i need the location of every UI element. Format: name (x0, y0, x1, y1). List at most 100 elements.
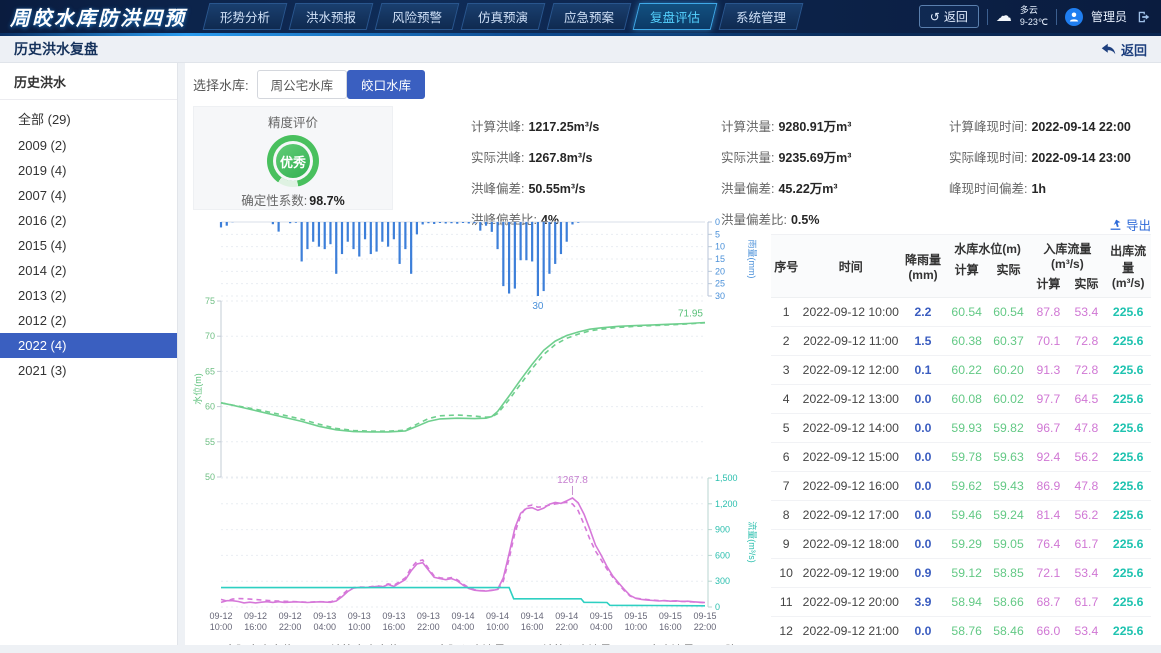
svg-text:1,200: 1,200 (715, 499, 738, 509)
table-row[interactable]: 72022-09-12 16:000.059.6259.4386.947.822… (771, 472, 1151, 501)
stat-item: 洪峰偏差:50.55m³/s (471, 178, 721, 197)
reservoir-option[interactable]: 周公宅水库 (257, 70, 348, 99)
svg-text:09-1210:00: 09-1210:00 (209, 611, 232, 632)
back-button[interactable]: 返回 (1101, 40, 1147, 59)
legend-item[interactable]: 实际入库流量 (416, 642, 506, 645)
table-row[interactable]: 32022-09-12 12:000.160.2260.2091.372.822… (771, 356, 1151, 385)
nav-menu-item[interactable]: 风险预警 (375, 3, 460, 30)
nav-back-button[interactable]: ↺返回 (919, 5, 979, 28)
nav-menu: 形势分析洪水预报风险预警仿真预演应急预案复盘评估系统管理 (202, 3, 919, 30)
sidebar-item[interactable]: 2012 (2) (0, 308, 177, 333)
weather-condition: 多云 (1020, 5, 1048, 16)
stat-column: 计算洪峰:1217.25m³/s实际洪峰:1267.8m³/s洪峰偏差:50.5… (471, 106, 721, 210)
table-row[interactable]: 52022-09-12 14:000.059.9359.8296.747.822… (771, 414, 1151, 443)
reservoir-option[interactable]: 皎口水库 (347, 70, 425, 99)
svg-text:09-1410:00: 09-1410:00 (486, 611, 509, 632)
svg-text:25: 25 (715, 279, 725, 289)
legend-item[interactable]: 降雨 (711, 642, 749, 645)
svg-text:09-1504:00: 09-1504:00 (590, 611, 613, 632)
svg-text:15: 15 (715, 254, 725, 264)
stat-item: 实际洪峰:1267.8m³/s (471, 147, 721, 166)
stat-item: 实际洪量:9235.69万m³ (721, 147, 949, 166)
level-group-title: 水库水位(m) (946, 235, 1030, 259)
svg-text:75: 75 (205, 296, 215, 306)
back-arrow-icon (1101, 43, 1116, 55)
nav-menu-item[interactable]: 形势分析 (203, 3, 288, 30)
legend-item[interactable]: 实际水库水位 (204, 642, 294, 645)
accuracy-title: 精度评价 (194, 112, 392, 131)
svg-text:30: 30 (532, 301, 544, 312)
nav-menu-item[interactable]: 应急预案 (547, 3, 632, 30)
inflow-calc-header: 计算 (1029, 273, 1067, 297)
nav-menu-item[interactable]: 洪水预报 (289, 3, 374, 30)
col-level-group: 水库水位(m) 计算 实际 (946, 235, 1030, 297)
sidebar-item[interactable]: 2015 (4) (0, 233, 177, 258)
review-chart: 05101520253050556065707503006009001,2001… (193, 214, 759, 636)
nav-menu-item[interactable]: 系统管理 (719, 3, 804, 30)
back-label: 返回 (1121, 40, 1147, 59)
sidebar-item[interactable]: 2022 (4) (0, 333, 177, 358)
sidebar-item[interactable]: 全部 (29) (0, 104, 177, 133)
nav-menu-item[interactable]: 仿真预演 (461, 3, 546, 30)
svg-text:71.95: 71.95 (678, 308, 703, 319)
svg-text:1,500: 1,500 (715, 473, 738, 483)
stats-row: 精度评价 优秀 确定性系数:98.7% 计算洪峰:1217.25m³/s实际洪峰… (193, 106, 1151, 210)
svg-text:900: 900 (715, 525, 730, 535)
sidebar-item[interactable]: 2014 (2) (0, 258, 177, 283)
review-chart-panel: 05101520253050556065707503006009001,2001… (193, 214, 759, 645)
table-row[interactable]: 102022-09-12 19:000.959.1258.8572.153.42… (771, 559, 1151, 588)
svg-text:30: 30 (715, 291, 725, 301)
table-row[interactable]: 92022-09-12 18:000.059.2959.0576.461.722… (771, 530, 1151, 559)
svg-text:60: 60 (205, 402, 215, 412)
col-outflow: 出库流量 (m³/s) (1105, 235, 1151, 297)
table-body: 12022-09-12 10:002.260.5460.5487.853.422… (771, 298, 1151, 645)
stat-item: 峰现时间偏差:1h (949, 178, 1151, 197)
export-label: 导出 (1126, 215, 1151, 234)
svg-text:0: 0 (715, 217, 720, 227)
inflow-group-title: 入库流量(m³/s) (1029, 235, 1105, 273)
logout-icon[interactable] (1137, 10, 1151, 24)
export-button[interactable]: 导出 (771, 214, 1151, 234)
main-panel: 选择水库: 周公宅水库皎口水库 精度评价 优秀 确定性系数:98.7% 计算洪峰… (185, 63, 1161, 645)
sidebar-item[interactable]: 2016 (2) (0, 208, 177, 233)
subheader: 历史洪水复盘 返回 (0, 36, 1161, 63)
app-title: 周皎水库防洪四预 (10, 2, 186, 31)
svg-text:20: 20 (715, 266, 725, 276)
sidebar-item[interactable]: 2019 (4) (0, 158, 177, 183)
sidebar-title: 历史洪水 (0, 63, 177, 100)
table-row[interactable]: 112022-09-12 20:003.958.9458.6668.761.72… (771, 588, 1151, 617)
table-row[interactable]: 122022-09-12 21:000.058.7658.4666.053.42… (771, 617, 1151, 645)
legend-item[interactable]: 出库流量 (628, 642, 695, 645)
level-actual-header: 实际 (988, 259, 1030, 283)
sidebar-item[interactable]: 2007 (4) (0, 183, 177, 208)
col-time: 时间 (801, 235, 900, 297)
sidebar-item[interactable]: 2013 (2) (0, 283, 177, 308)
sidebar-item[interactable]: 2009 (2) (0, 133, 177, 158)
stat-item: 洪量偏差:45.22万m³ (721, 178, 949, 197)
export-icon (1109, 218, 1122, 231)
bottom-row: 05101520253050556065707503006009001,2001… (193, 214, 1151, 645)
inflow-actual-header: 实际 (1067, 273, 1105, 297)
table-row[interactable]: 82022-09-12 17:000.059.4659.2481.456.222… (771, 501, 1151, 530)
svg-text:600: 600 (715, 550, 730, 560)
legend-item[interactable]: 计算水库水位 (310, 642, 400, 645)
table-row[interactable]: 12022-09-12 10:002.260.5460.5487.853.422… (771, 298, 1151, 327)
svg-text:流量(m³/s): 流量(m³/s) (747, 521, 758, 563)
nav-menu-item[interactable]: 复盘评估 (633, 3, 718, 30)
table-row[interactable]: 22022-09-12 11:001.560.3860.3770.172.822… (771, 327, 1151, 356)
sidebar-item[interactable]: 2021 (3) (0, 358, 177, 383)
user-name[interactable]: 管理员 (1091, 8, 1127, 25)
weather-cloud-icon: ☁ (996, 9, 1012, 25)
svg-text:1267.8: 1267.8 (557, 475, 588, 486)
stat-column: 计算洪量:9280.91万m³实际洪量:9235.69万m³洪量偏差:45.22… (721, 106, 949, 210)
sidebar-list: 全部 (29)2009 (2)2019 (4)2007 (4)2016 (2)2… (0, 100, 177, 383)
avatar[interactable] (1065, 8, 1083, 26)
legend-item[interactable]: 计算入库流量 (522, 642, 612, 645)
svg-text:09-1310:00: 09-1310:00 (348, 611, 371, 632)
svg-text:65: 65 (205, 366, 215, 376)
svg-text:55: 55 (205, 437, 215, 447)
level-calc-header: 计算 (946, 259, 988, 283)
table-row[interactable]: 62022-09-12 15:000.059.7859.6392.456.222… (771, 443, 1151, 472)
svg-text:09-1304:00: 09-1304:00 (313, 611, 336, 632)
table-row[interactable]: 42022-09-12 13:000.060.0860.0297.764.522… (771, 385, 1151, 414)
